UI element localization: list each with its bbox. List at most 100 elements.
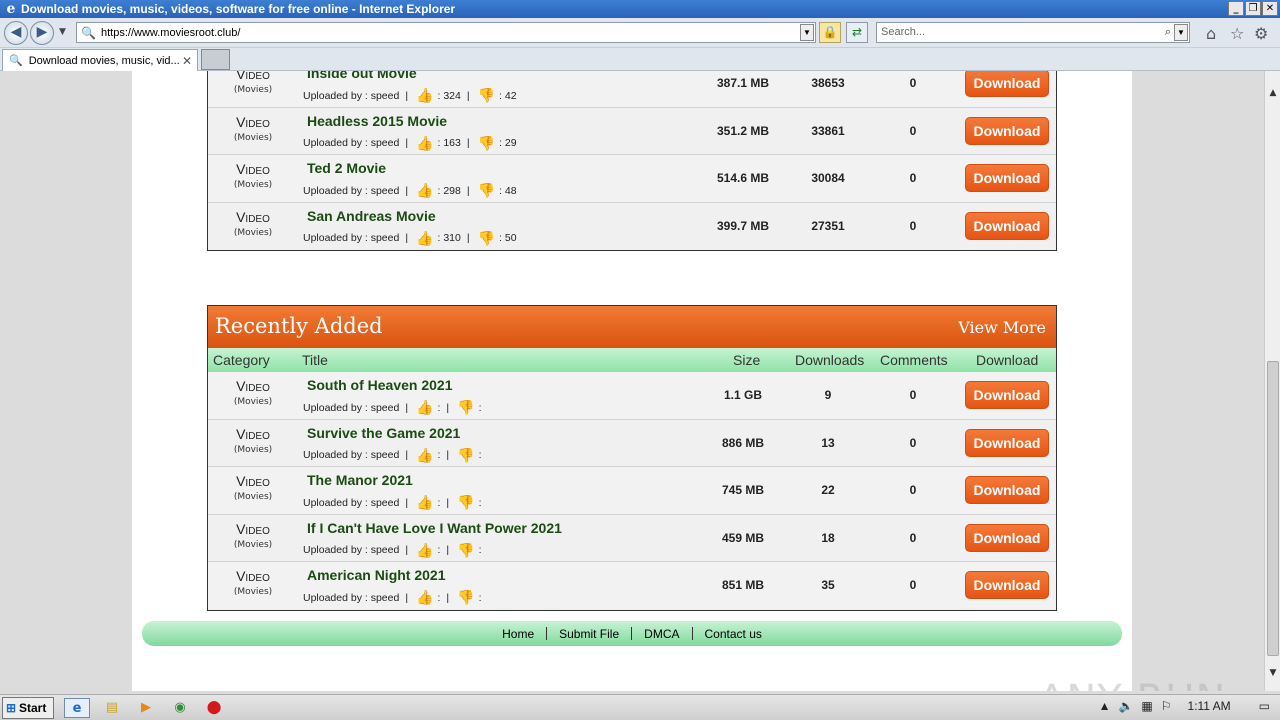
tab-moviesroot[interactable]: 🔍 Download movies, music, vid... ✕ xyxy=(2,49,198,71)
thumbs-down-icon[interactable]: 👎 xyxy=(457,494,474,511)
uploader-text: Uploaded by : speed xyxy=(303,401,400,414)
home-icon[interactable]: ⌂ xyxy=(1206,24,1216,43)
file-title-link[interactable]: American Night 2021 xyxy=(307,567,446,583)
chrome-taskbar-icon[interactable]: ◉ xyxy=(167,698,193,718)
download-button[interactable]: Download xyxy=(965,71,1049,97)
file-title-link[interactable]: Headless 2015 Movie xyxy=(307,113,447,129)
back-button[interactable]: ◀ xyxy=(4,21,28,45)
comment-count: 0 xyxy=(909,435,917,450)
thumbs-up-icon[interactable]: 👍 xyxy=(416,447,433,464)
download-button[interactable]: Download xyxy=(965,523,1049,552)
thumbs-up-icon[interactable]: 👍 xyxy=(416,542,433,559)
download-button[interactable]: Download xyxy=(965,164,1049,192)
volume-icon[interactable]: 🔈 xyxy=(1118,699,1133,713)
file-size: 387.1 MB xyxy=(716,76,770,90)
thumbs-up-icon[interactable]: 👍 xyxy=(416,494,433,511)
clock[interactable]: 1:11 AM xyxy=(1188,699,1231,713)
file-title-link[interactable]: South of Heaven 2021 xyxy=(307,377,453,393)
column-headers: Category Title Size Downloads Comments D… xyxy=(208,348,1056,372)
new-tab-button[interactable] xyxy=(201,49,230,70)
file-title-link[interactable]: Ted 2 Movie xyxy=(307,160,386,176)
category-label: Video xyxy=(236,113,270,130)
download-count: 18 xyxy=(821,530,835,545)
window-controls: _ ❐ ✕ xyxy=(1228,1,1278,16)
thumbs-up-icon[interactable]: 👍 xyxy=(416,182,433,199)
vertical-scrollbar[interactable]: ▲ ▼ xyxy=(1264,71,1280,691)
windows-flag-icon: ⊞ xyxy=(6,701,17,715)
download-button[interactable]: Download xyxy=(965,116,1049,145)
thumbs-up-icon[interactable]: 👍 xyxy=(416,589,433,606)
download-button[interactable]: Download xyxy=(965,211,1049,240)
network-icon[interactable]: ▦ xyxy=(1141,699,1152,713)
close-window-button[interactable]: ✕ xyxy=(1262,1,1278,16)
download-button[interactable]: Download xyxy=(965,476,1049,504)
thumbs-down-icon[interactable]: 👎 xyxy=(457,399,474,416)
lock-icon[interactable]: 🔒 xyxy=(819,22,841,43)
file-title-link[interactable]: San Andreas Movie xyxy=(307,208,436,224)
file-title-link[interactable]: Survive the Game 2021 xyxy=(307,425,460,441)
view-more-link[interactable]: View More xyxy=(958,318,1046,337)
file-title-link[interactable]: If I Can't Have Love I Want Power 2021 xyxy=(307,520,562,536)
window-title: Download movies, music, videos, software… xyxy=(21,2,456,16)
action-center-flag-icon[interactable]: ⚐ xyxy=(1161,699,1172,713)
search-icon[interactable]: ⌕ xyxy=(1165,23,1171,42)
download-count: 9 xyxy=(824,388,832,402)
gear-icon[interactable]: ⚙ xyxy=(1254,24,1268,43)
thumbs-down-icon[interactable]: 👎 xyxy=(478,230,495,247)
likes-count: : xyxy=(437,401,441,414)
thumbs-up-icon[interactable]: 👍 xyxy=(416,135,433,152)
thumbs-down-icon[interactable]: 👎 xyxy=(457,589,474,606)
footer-link-submit-file[interactable]: Submit File xyxy=(547,627,631,641)
thumbs-down-icon[interactable]: 👎 xyxy=(457,447,474,464)
favorites-star-icon[interactable]: ☆ xyxy=(1230,24,1244,43)
scroll-thumb[interactable] xyxy=(1267,361,1279,656)
download-button[interactable]: Download xyxy=(965,381,1049,409)
download-button[interactable]: Download xyxy=(965,571,1049,599)
footer-link-contact[interactable]: Contact us xyxy=(693,627,774,641)
category-label: Video xyxy=(236,378,270,394)
start-button[interactable]: ⊞ Start xyxy=(2,697,54,719)
search-dropdown-icon[interactable]: ▼ xyxy=(1174,24,1188,41)
tab-close-icon[interactable]: ✕ xyxy=(182,54,192,68)
download-count: 22 xyxy=(821,483,835,497)
ie-taskbar-icon[interactable]: e xyxy=(64,698,90,718)
thumbs-down-icon[interactable]: 👎 xyxy=(478,135,495,152)
site-search-icon: 🔍 xyxy=(81,25,96,40)
maximize-button[interactable]: ❐ xyxy=(1245,1,1261,16)
thumbs-down-icon[interactable]: 👎 xyxy=(457,542,474,559)
minimize-button[interactable]: _ xyxy=(1228,1,1244,16)
tray-expand-icon[interactable]: ▲ xyxy=(1099,699,1111,713)
address-url[interactable]: https://www.moviesroot.club/ xyxy=(101,27,240,39)
footer-link-dmca[interactable]: DMCA xyxy=(632,627,691,641)
security-taskbar-icon[interactable]: ⬤ xyxy=(201,698,227,718)
subcategory-label: (Movies) xyxy=(233,444,273,455)
forward-button[interactable]: ▶ xyxy=(30,21,54,45)
thumbs-up-icon[interactable]: 👍 xyxy=(416,399,433,416)
file-title-link[interactable]: Inside out Movie xyxy=(307,71,417,81)
dislikes-count: : xyxy=(478,449,482,461)
comment-count: 0 xyxy=(909,388,917,402)
thumbs-up-icon[interactable]: 👍 xyxy=(416,230,433,247)
show-desktop-icon[interactable]: ▭ xyxy=(1259,699,1270,713)
download-button[interactable]: Download xyxy=(965,428,1049,457)
page-content: Video (Movies) Inside out Movie Uploaded … xyxy=(132,71,1132,691)
subcategory-label: (Movies) xyxy=(233,539,273,550)
thumbs-down-icon[interactable]: 👎 xyxy=(478,87,495,104)
footer-link-home[interactable]: Home xyxy=(490,627,546,641)
category-label: Video xyxy=(236,161,270,177)
thumbs-up-icon[interactable]: 👍 xyxy=(416,87,433,104)
scroll-up-icon[interactable]: ▲ xyxy=(1265,85,1280,101)
folder-taskbar-icon[interactable]: ▤ xyxy=(99,698,125,718)
address-dropdown-icon[interactable]: ▼ xyxy=(800,24,814,41)
subcategory-label: (Movies) xyxy=(233,492,273,502)
comment-count: 0 xyxy=(909,218,917,233)
refresh-button[interactable]: ⇄ xyxy=(846,22,868,43)
media-player-taskbar-icon[interactable]: ▶ xyxy=(133,698,159,718)
scroll-down-icon[interactable]: ▼ xyxy=(1265,665,1280,681)
history-dropdown-icon[interactable]: ▼ xyxy=(59,27,66,37)
search-input[interactable]: Search... ⌕ ▼ xyxy=(876,22,1190,43)
thumbs-down-icon[interactable]: 👎 xyxy=(478,182,495,199)
address-bar[interactable]: 🔍 https://www.moviesroot.club/ ▼ xyxy=(76,22,816,43)
file-size: 1.1 GB xyxy=(723,388,762,402)
file-title-link[interactable]: The Manor 2021 xyxy=(307,472,413,488)
